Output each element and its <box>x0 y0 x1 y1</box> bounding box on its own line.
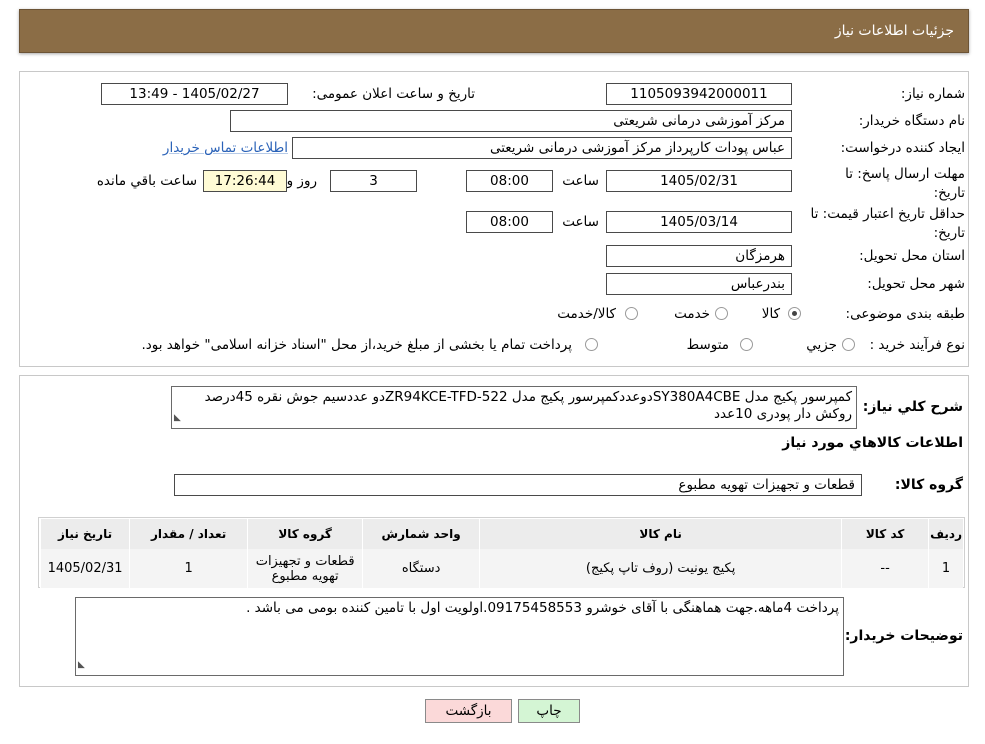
print-button[interactable]: چاپ <box>518 699 580 723</box>
days-label: روز و <box>286 173 317 189</box>
cell-qty: 1 <box>129 549 248 588</box>
col-header-qty: تعداد / مقدار <box>129 519 248 549</box>
col-header-group: گروه کالا <box>247 519 363 549</box>
category-option-goods-service: کالا/خدمت <box>557 306 616 322</box>
resize-grip-icon[interactable]: ◢ <box>78 657 85 674</box>
col-header-date: تاریخ نیاز <box>39 519 130 549</box>
announce-label: تاریخ و ساعت اعلان عمومی: <box>312 86 475 102</box>
goods-table-grid: ردیف کد کالا نام کالا واحد شمارش گروه کا… <box>39 519 963 588</box>
buyer-notes-textarea[interactable]: پرداخت 4ماهه.جهت هماهنگی با آقای خوشرو 0… <box>75 597 844 676</box>
remaining-time-label: ساعت باقي مانده <box>96 173 197 189</box>
reply-deadline-label: مهلت ارسال پاسخ: تا تاریخ: <box>845 166 965 201</box>
process-radio-treasury[interactable] <box>585 338 598 351</box>
page-header: جزئیات اطلاعات نیاز <box>19 9 969 53</box>
goods-table: ردیف کد کالا نام کالا واحد شمارش گروه کا… <box>38 517 965 588</box>
category-radio-service[interactable] <box>715 307 728 320</box>
buyer-contact-link[interactable]: اطلاعات تماس خریدار <box>163 140 288 156</box>
cell-date: 1405/02/31 <box>39 549 130 588</box>
city-label: شهر محل تحویل: <box>867 276 965 292</box>
city-field: بندرعباس <box>606 273 792 295</box>
category-radio-goods-service[interactable] <box>625 307 638 320</box>
province-label: استان محل تحویل: <box>859 248 965 264</box>
requester-field: عباس پودات کارپرداز مرکز آموزشی درمانی ش… <box>292 137 792 159</box>
goods-group-field: قطعات و تجهیزات تهویه مطبوع <box>174 474 862 496</box>
category-option-goods: کالا <box>761 306 780 322</box>
process-label: نوع فرآیند خرید : <box>869 337 965 353</box>
col-header-unit: واحد شمارش <box>362 519 480 549</box>
cell-code: -- <box>841 549 929 588</box>
category-label: طبقه بندی موضوعی: <box>845 306 965 322</box>
cell-row: 1 <box>928 549 963 588</box>
price-date-field: 1405/03/14 <box>606 211 792 233</box>
buyer-org-label: نام دستگاه خریدار: <box>858 113 965 129</box>
need-number-label: شماره نیاز: <box>900 86 965 102</box>
cell-name: پکیج یونیت (روف تاپ پکیج) <box>479 549 842 588</box>
goods-section-title: اطلاعات کالاهاي مورد نياز <box>782 435 963 451</box>
reply-time-field: 08:00 <box>466 170 553 192</box>
remaining-time-field: 17:26:44 <box>203 170 287 192</box>
province-field: هرمزگان <box>606 245 792 267</box>
process-option-minor: جزیي <box>806 337 837 353</box>
col-header-name: نام کالا <box>479 519 842 549</box>
announce-field: 1405/02/27 - 13:49 <box>101 83 288 105</box>
reply-date-field: 1405/02/31 <box>606 170 792 192</box>
cell-unit: دستگاه <box>362 549 480 588</box>
requester-label: ایجاد کننده درخواست: <box>840 140 965 156</box>
buyer-org-field: مرکز آموزشی درمانی شریعتی <box>230 110 792 132</box>
need-number-field: 1105093942000011 <box>606 83 792 105</box>
price-time-label: ساعت <box>562 214 599 230</box>
col-header-row: ردیف <box>928 519 963 549</box>
reply-time-label: ساعت <box>562 173 599 189</box>
summary-textarea[interactable]: کمپرسور پکیج مدل SY380A4CBEدوعددکمپرسور … <box>171 386 857 429</box>
category-option-service: خدمت <box>674 306 710 322</box>
buyer-notes-text: پرداخت 4ماهه.جهت هماهنگی با آقای خوشرو 0… <box>246 600 839 616</box>
col-header-code: کد کالا <box>841 519 929 549</box>
summary-label: شرح کلي نياز: <box>862 399 963 415</box>
resize-grip-icon[interactable]: ◢ <box>174 410 181 427</box>
process-radio-minor[interactable] <box>842 338 855 351</box>
summary-text: کمپرسور پکیج مدل SY380A4CBEدوعددکمپرسور … <box>204 389 852 422</box>
price-valid-label: حداقل تاریخ اعتبار قیمت: تا تاریخ: <box>810 206 965 241</box>
process-note: پرداخت تمام یا بخشی از مبلغ خرید،از محل … <box>141 337 572 353</box>
process-option-medium: متوسط <box>686 337 729 353</box>
category-radio-goods[interactable] <box>788 307 801 320</box>
process-radio-medium[interactable] <box>740 338 753 351</box>
page-title: جزئیات اطلاعات نیاز <box>834 23 954 39</box>
goods-group-label: گروه کالا: <box>894 477 963 493</box>
buyer-notes-label: توضیحات خریدار: <box>844 628 963 644</box>
goods-table-header: ردیف کد کالا نام کالا واحد شمارش گروه کا… <box>39 519 963 549</box>
table-row: 1 -- پکیج یونیت (روف تاپ پکیج) دستگاه قط… <box>39 549 963 588</box>
price-time-field: 08:00 <box>466 211 553 233</box>
back-button[interactable]: بازگشت <box>425 699 512 723</box>
days-field: 3 <box>330 170 417 192</box>
cell-group: قطعات و تجهیزات تهویه مطبوع <box>247 549 363 588</box>
